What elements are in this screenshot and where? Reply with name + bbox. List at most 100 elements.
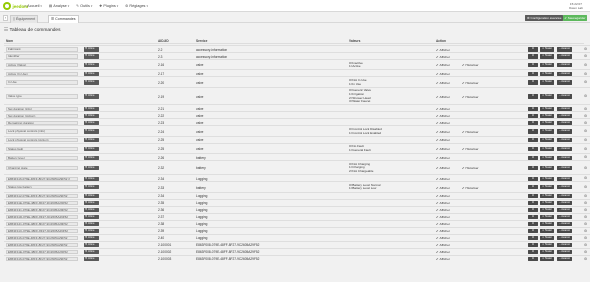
test-command-button[interactable]: ✦ Tester [540,214,554,220]
historize-checkbox[interactable]: ✔ Historiser [462,63,479,67]
command-name-field[interactable]: Active (Valve) [6,63,78,68]
test-command-button[interactable]: ✦ Tester [540,71,554,76]
advanced-config-button[interactable]: ⚙ [528,207,538,213]
advanced-config-button[interactable]: ⚙ [528,113,538,118]
historize-checkbox[interactable]: ✔ Historiser [462,95,479,99]
choose-icon-button[interactable]: ⚑ Icône [84,54,99,59]
test-command-button[interactable]: ✦ Tester [540,54,554,59]
remove-command-button[interactable]: − Avancé [557,166,572,171]
choose-icon-button[interactable]: ⚑ Icône [84,207,99,213]
command-name-field[interactable]: E863F116-079E-48FF-8F27-9C2605A29F52 [6,242,78,248]
test-command-button[interactable]: ✦ Tester [540,80,554,85]
advanced-config-button[interactable]: ⚙ [528,256,538,262]
test-command-button[interactable]: ✦ Tester [540,235,554,241]
test-command-button[interactable]: ✦ Tester [540,249,554,255]
advanced-config-button[interactable]: ⚙ [528,47,538,52]
choose-icon-button[interactable]: ⚑ Icône [84,80,99,85]
choose-icon-button[interactable]: ⚑ Icône [84,256,99,262]
test-command-button[interactable]: ✦ Tester [540,63,554,68]
command-name-field[interactable]: Fabricant [6,47,78,52]
choose-icon-button[interactable]: ⚑ Icône [84,242,99,248]
remove-command-button[interactable]: − Avancé [557,176,572,181]
command-name-field[interactable]: In Use [6,80,78,85]
remove-command-button[interactable]: − Avancé [557,138,572,143]
menu-item-analyse[interactable]: ▤ Analyse ▾ [49,4,69,8]
test-command-button[interactable]: ✦ Tester [540,228,554,234]
gear-icon[interactable]: ⚙ [584,243,587,247]
remove-command-button[interactable]: − Avancé [557,228,572,234]
choose-icon-button[interactable]: ⚑ Icône [84,120,99,125]
test-command-button[interactable]: ✦ Tester [540,120,554,125]
remove-command-button[interactable]: − Avancé [557,256,572,262]
gear-icon[interactable]: ⚙ [584,222,587,226]
command-name-field[interactable]: Active (In Use) [6,71,78,76]
display-checkbox[interactable]: ✔ Afficher [436,166,450,170]
test-command-button[interactable]: ✦ Tester [540,221,554,227]
remove-command-button[interactable]: − Avancé [557,249,572,255]
remove-command-button[interactable]: − Avancé [557,214,572,220]
menu-item-réglages[interactable]: ⚙ Réglages ▾ [125,4,148,8]
command-name-field[interactable]: Valve type [6,94,78,99]
test-command-button[interactable]: ✦ Tester [540,146,554,152]
command-name-field[interactable]: E863F116-079E-48FF-8F27-9C2605A29F52 (l [6,176,78,181]
gear-icon[interactable]: ⚙ [584,236,587,240]
advanced-config-button[interactable]: ⚙ [528,249,538,255]
gear-icon[interactable]: ⚙ [584,138,587,142]
choose-icon-button[interactable]: ⚑ Icône [84,106,99,111]
choose-icon-button[interactable]: ⚑ Icône [84,155,99,160]
advanced-config-button[interactable]: ⚙ Configuration avancée [525,14,563,21]
display-checkbox[interactable]: ✔ Afficher [436,186,450,190]
test-command-button[interactable]: ✦ Tester [540,106,554,111]
historize-checkbox[interactable]: ✔ Historiser [462,81,479,85]
gear-icon[interactable]: ⚙ [584,107,587,111]
remove-command-button[interactable]: − Avancé [557,106,572,111]
test-command-button[interactable]: ✦ Tester [540,166,554,171]
remove-command-button[interactable]: − Avancé [557,63,572,68]
test-command-button[interactable]: ✦ Tester [540,138,554,143]
gear-icon[interactable]: ⚙ [584,257,587,261]
gear-icon[interactable]: ⚙ [584,215,587,219]
advanced-config-button[interactable]: ⚙ [528,214,538,220]
choose-icon-button[interactable]: ⚑ Icône [84,113,99,118]
command-name-field[interactable]: Identifier [6,54,78,59]
advanced-config-button[interactable]: ⚙ [528,235,538,241]
gear-icon[interactable]: ⚙ [584,80,587,84]
command-name-field[interactable]: Set duration (Action) [6,113,78,118]
advanced-config-button[interactable]: ⚙ [528,63,538,68]
advanced-config-button[interactable]: ⚙ [528,242,538,248]
command-name-field[interactable]: Set duration (info) [6,106,78,111]
choose-icon-button[interactable]: ⚑ Icône [84,176,99,181]
display-checkbox[interactable]: ✔ Afficher [436,63,450,67]
command-name-field[interactable]: Charging state [6,166,78,171]
advanced-config-button[interactable]: ⚙ [528,54,538,59]
choose-icon-button[interactable]: ⚑ Icône [84,146,99,152]
advanced-config-button[interactable]: ⚙ [528,71,538,76]
choose-icon-button[interactable]: ⚑ Icône [84,221,99,227]
test-command-button[interactable]: ✦ Tester [540,207,554,213]
test-command-button[interactable]: ✦ Tester [540,200,554,206]
gear-icon[interactable]: ⚙ [584,147,587,151]
historize-checkbox[interactable]: ✔ Historiser [462,147,479,151]
command-name-field[interactable]: E863F116-079E-48FF-8F27-9C2605A29F52 [6,256,78,262]
advanced-config-button[interactable]: ⚙ [528,155,538,160]
advanced-config-button[interactable]: ⚙ [528,166,538,171]
choose-icon-button[interactable]: ⚑ Icône [84,129,99,134]
test-command-button[interactable]: ✦ Tester [540,113,554,118]
advanced-config-button[interactable]: ⚙ [528,200,538,206]
choose-icon-button[interactable]: ⚑ Icône [84,214,99,220]
remove-command-button[interactable]: − Avancé [557,120,572,125]
choose-icon-button[interactable]: ⚑ Icône [84,71,99,76]
command-name-field[interactable]: E863F131-079E-48FF-8F27-9C2605A29F52 [6,207,78,213]
choose-icon-button[interactable]: ⚑ Icône [84,200,99,206]
remove-command-button[interactable]: − Avancé [557,71,572,76]
gear-icon[interactable]: ⚙ [584,72,587,76]
remove-command-button[interactable]: − Avancé [557,185,572,190]
choose-icon-button[interactable]: ⚑ Icône [84,193,99,199]
display-checkbox[interactable]: ✔ Afficher [436,257,450,261]
gear-icon[interactable]: ⚙ [584,194,587,198]
choose-icon-button[interactable]: ⚑ Icône [84,138,99,143]
command-name-field[interactable]: Status fault [6,146,78,152]
advanced-config-button[interactable]: ⚙ [528,106,538,111]
advanced-config-button[interactable]: ⚙ [528,138,538,143]
test-command-button[interactable]: ✦ Tester [540,256,554,262]
